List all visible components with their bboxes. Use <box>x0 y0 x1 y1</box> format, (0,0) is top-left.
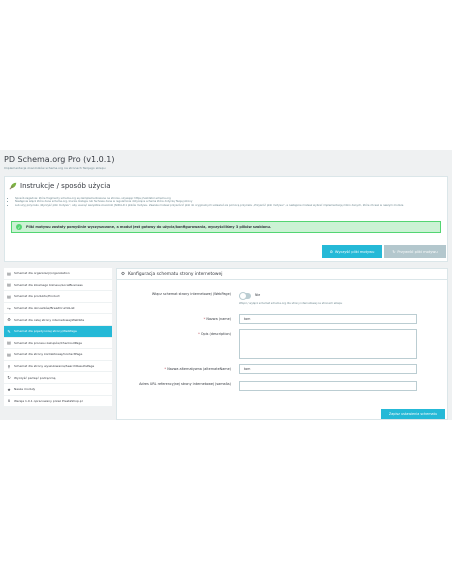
sameas-label: Adres URL referencyjnej strony interneto… <box>139 382 231 386</box>
search-icon: ⚲ <box>7 363 11 369</box>
list-icon: ▤ <box>7 351 11 357</box>
gear-icon: ⚙ <box>7 317 11 323</box>
enable-help-text: Włącz / wyłącz schemat schema.org dla st… <box>239 302 343 305</box>
sidebar-item-label: Schemat dla produktu/Product <box>14 294 60 299</box>
sidebar-item-localbusiness[interactable]: ▤ Schemat dla lokalnego biznesu/LocalBusi… <box>4 279 112 292</box>
instructions-heading: Instrukcje / sposób użycia <box>9 182 110 190</box>
instructions-item: Lub użyj przycisku „Wyczyść pliki motywu… <box>15 204 443 207</box>
description-textarea[interactable] <box>239 329 417 359</box>
list-icon: ▤ <box>7 340 11 346</box>
sidebar-item-label: Schemat dla strony kontaktowej/ContactPa… <box>14 352 83 357</box>
name-input[interactable]: tom <box>239 314 417 324</box>
clean-theme-files-button[interactable]: ⚙ Wyczyść pliki motywu <box>322 245 382 258</box>
check-icon: ✓ <box>16 224 22 230</box>
sidebar-item-label: Wyczyść pamięć podręczną <box>14 375 56 380</box>
success-alert: ✓ Pliki motywu zostały pomyślnie wyczysz… <box>11 221 441 233</box>
list-icon: ▤ <box>7 282 11 288</box>
page-title: PD Schema.org Pro (v1.0.1) <box>4 155 115 164</box>
enable-label: Włącz schemat strony internetowej (WebPa… <box>151 292 231 296</box>
sameas-input[interactable] <box>239 381 417 391</box>
sidebar-item-contactpage[interactable]: ▤ Schemat dla strony kontaktowej/ContactP… <box>4 349 112 361</box>
instructions-title: Instrukcje / sposób użycia <box>20 182 111 190</box>
sidebar-item-version[interactable]: ℹ Wersja 1.0.1 opracowany przez PrestaSho… <box>4 395 112 408</box>
config-panel-header: ⚙ Konfiguracja schematu strony interneto… <box>117 269 447 280</box>
sidebar-item-product[interactable]: ▤ Schemat dla produktu/Product <box>4 291 112 303</box>
clean-button-label: Wyczyść pliki motywu <box>334 249 375 254</box>
sidebar-item-breadcrumb[interactable]: ↪ Schemat dla okruszków/BreadCrumbList <box>4 302 112 315</box>
star-icon: ★ <box>7 386 11 392</box>
page-header: PD Schema.org Pro (v1.0.1) Implementacja… <box>4 155 448 170</box>
share-icon: ↪ <box>7 305 11 311</box>
enable-toggle-value: Nie <box>255 293 261 297</box>
sidebar-item-label: Schemat dla strony wyszukiwania/SearchRe… <box>14 364 95 369</box>
sidebar-item-website[interactable]: ⚙ Schemat dla całej strony internetowej/W… <box>4 314 112 326</box>
enable-toggle[interactable] <box>239 292 251 300</box>
description-label: * Opis (description) <box>198 332 231 336</box>
cogs-icon: ⚙ <box>121 271 125 277</box>
refresh-icon: ↻ <box>7 375 11 381</box>
config-panel-title: Konfiguracja schematu strony internetowe… <box>127 271 223 277</box>
gear-icon: ⚙ <box>329 249 333 254</box>
sidebar-item-checkoutpage[interactable]: ▤ Schemat dla procesu zakupów/CheckoutPag… <box>4 337 112 350</box>
sidebar-item-our-modules[interactable]: ★ Nasze moduły <box>4 383 112 396</box>
restore-theme-files-button[interactable]: ↻ Przywróć pliki motywu <box>384 245 446 258</box>
sidebar-item-searchresults[interactable]: ⚲ Schemat dla strony wyszukiwania/SearchR… <box>4 360 112 373</box>
success-alert-text: Pliki motywu zostały pomyślnie wyczyszcz… <box>26 225 272 229</box>
instructions-list: Sposób zagadnie: które fragmenty schema.… <box>15 197 443 207</box>
list-icon: ▤ <box>7 270 11 276</box>
sidebar-item-webpage[interactable]: ✎ Schemat dla pojedynczej strony/WebPage <box>4 325 112 338</box>
edit-icon: ✎ <box>7 328 11 334</box>
refresh-icon: ↻ <box>392 249 396 254</box>
toggle-knob <box>239 292 247 300</box>
sidebar-item-label: Schemat dla procesu zakupów/CheckoutPage <box>14 340 83 345</box>
restore-button-label: Przywróć pliki motywu <box>397 249 438 254</box>
sidebar-item-clear-cache[interactable]: ↻ Wyczyść pamięć podręczną <box>4 372 112 384</box>
name-label: * Nazwa (name) <box>203 317 231 321</box>
page-subtitle: Implementacja znaczników schema.org na s… <box>4 166 106 170</box>
leaf-icon <box>9 182 17 190</box>
save-schema-button[interactable]: Zapisz ustawienia schematu <box>381 409 445 419</box>
info-icon: ℹ <box>8 398 10 404</box>
alternate-name-input[interactable]: tom <box>239 364 417 374</box>
sidebar-item-label: Nasze moduły <box>14 387 36 392</box>
sidebar-item-label: Schemat dla całej strony internetowej/We… <box>14 317 85 322</box>
sidebar-item-label: Wersja 1.0.1 opracowany przez PrestaShop… <box>14 398 83 403</box>
list-icon: ▤ <box>7 293 11 299</box>
sidebar-item-label: Schemat dla pojedynczej strony/WebPage <box>14 329 77 334</box>
alternate-name-label: * Nazwa alternatywna (alternateName) <box>164 367 231 371</box>
config-panel: ⚙ Konfiguracja schematu strony interneto… <box>116 268 448 420</box>
sidebar: ▤ Schemat dla organizacji/organization ▤ S… <box>4 268 112 408</box>
sidebar-item-label: Schemat dla lokalnego biznesu/LocalBusin… <box>14 282 83 287</box>
sidebar-item-organization[interactable]: ▤ Schemat dla organizacji/organization <box>4 268 112 280</box>
sidebar-item-label: Schemat dla organizacji/organization <box>14 271 70 276</box>
sidebar-item-label: Schemat dla okruszków/BreadCrumbList <box>14 306 75 311</box>
